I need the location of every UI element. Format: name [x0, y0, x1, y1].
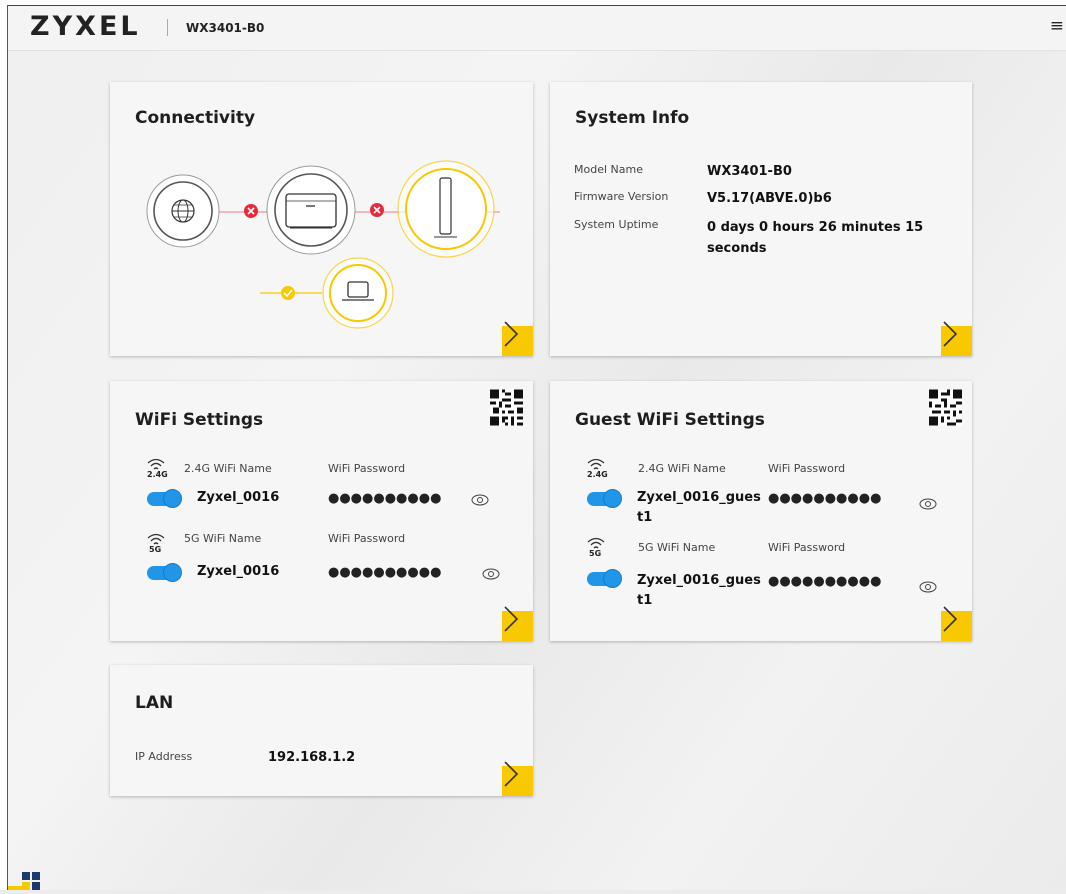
system-uptime-value: 0 days 0 hours 26 minutes 15	[707, 220, 924, 235]
lan-more-button[interactable]	[502, 761, 533, 796]
wifi-2g-name-label: 2.4G WiFi Name	[184, 462, 272, 475]
band-badge-2g: 2.4G	[147, 470, 168, 479]
band-badge-5g: 5G	[589, 549, 602, 558]
guest-2g-password-value: ●●●●●●●●●●	[768, 491, 882, 506]
wifi-5g-name-value: Zyxel_0016	[197, 564, 280, 579]
globe-icon[interactable]	[146, 174, 220, 248]
wifi-settings-title: WiFi Settings	[135, 410, 264, 430]
chevron-right-icon	[943, 321, 958, 347]
zyxel-logo[interactable]: ZYXEL	[30, 13, 141, 41]
show-password-icon[interactable]	[471, 494, 489, 506]
lan-title: LAN	[135, 693, 174, 713]
chevron-right-icon	[504, 321, 519, 347]
guest-5g-name-value-cont: t1	[637, 593, 653, 608]
model-name-value: WX3401-B0	[707, 164, 792, 179]
wifi-2g-password-value: ●●●●●●●●●●	[328, 491, 442, 506]
firmware-version-value: V5.17(ABVE.0)b6	[707, 191, 832, 206]
window-left-edge	[0, 5, 8, 890]
firmware-version-label: Firmware Version	[574, 190, 669, 203]
device-model-label: WX3401-B0	[186, 21, 265, 35]
system-uptime-label: System Uptime	[574, 218, 659, 231]
wifi-5g-password-label: WiFi Password	[328, 532, 406, 545]
guest-5g-password-label: WiFi Password	[768, 541, 846, 554]
chevron-right-icon	[504, 606, 519, 632]
top-header: ZYXEL WX3401-B0 ≡	[8, 5, 1066, 51]
guest-2g-password-label: WiFi Password	[768, 462, 846, 475]
disconnected-status-icon	[244, 204, 258, 218]
chevron-right-icon	[504, 761, 519, 787]
show-password-icon[interactable]	[482, 568, 500, 580]
lan-card: LAN IP Address 192.168.1.2	[110, 665, 533, 796]
connectivity-card: Connectivity	[110, 82, 533, 356]
ip-address-value: 192.168.1.2	[268, 750, 356, 765]
wifi-5g-password-value: ●●●●●●●●●●	[328, 565, 442, 580]
wifi-settings-card: WiFi Settings 2.4G 2.4G WiFi Name WiFi P…	[110, 381, 533, 641]
guest-wifi-settings-title: Guest WiFi Settings	[575, 410, 765, 430]
disconnected-status-icon	[370, 203, 384, 217]
qr-code-icon[interactable]	[929, 389, 962, 426]
header-divider	[167, 19, 168, 36]
guest-2g-name-value: Zyxel_0016_gues	[637, 490, 761, 505]
app-grid-accent	[8, 886, 22, 890]
system-uptime-value-cont: seconds	[707, 241, 767, 256]
wifi-5g-toggle[interactable]	[147, 563, 182, 582]
guest-5g-name-value: Zyxel_0016_gues	[637, 573, 761, 588]
chevron-right-icon	[943, 606, 958, 632]
wifi-2g-name-value: Zyxel_0016	[197, 490, 280, 505]
connectivity-diagram	[146, 160, 500, 329]
guest-2g-name-value-cont: t1	[637, 510, 653, 525]
system-info-card: System Info Model Name WX3401-B0 Firmwar…	[550, 82, 972, 356]
band-badge-5g: 5G	[149, 545, 162, 554]
system-info-title: System Info	[575, 108, 690, 128]
guest-2g-toggle[interactable]	[587, 489, 622, 508]
guest-wifi-settings-card: Guest WiFi Settings 2.4G 2.4G WiFi Name …	[550, 381, 972, 641]
model-name-label: Model Name	[574, 163, 643, 176]
ip-address-label: IP Address	[135, 750, 193, 763]
guest-2g-name-label: 2.4G WiFi Name	[638, 462, 726, 475]
guest-5g-name-label: 5G WiFi Name	[638, 541, 716, 554]
app-grid-icon[interactable]	[22, 872, 40, 890]
connected-status-icon	[281, 286, 295, 300]
wifi-5g-name-label: 5G WiFi Name	[184, 532, 262, 545]
guest-5g-password-value: ●●●●●●●●●●	[768, 574, 882, 589]
wifi-2g-toggle[interactable]	[147, 489, 182, 508]
connectivity-more-button[interactable]	[502, 321, 533, 356]
hamburger-icon[interactable]: ≡	[1050, 18, 1064, 35]
band-badge-2g: 2.4G	[587, 470, 608, 479]
qr-code-icon[interactable]	[490, 389, 523, 426]
router-icon[interactable]	[266, 165, 356, 255]
extender-icon[interactable]	[397, 160, 495, 258]
laptop-icon[interactable]	[322, 257, 394, 329]
guest-5g-toggle[interactable]	[587, 569, 622, 588]
show-password-icon[interactable]	[919, 581, 937, 593]
wifi-2g-password-label: WiFi Password	[328, 462, 406, 475]
wifi-settings-more-button[interactable]	[502, 606, 533, 641]
show-password-icon[interactable]	[919, 498, 937, 510]
guest-wifi-more-button[interactable]	[941, 606, 972, 641]
system-info-more-button[interactable]	[941, 321, 972, 356]
